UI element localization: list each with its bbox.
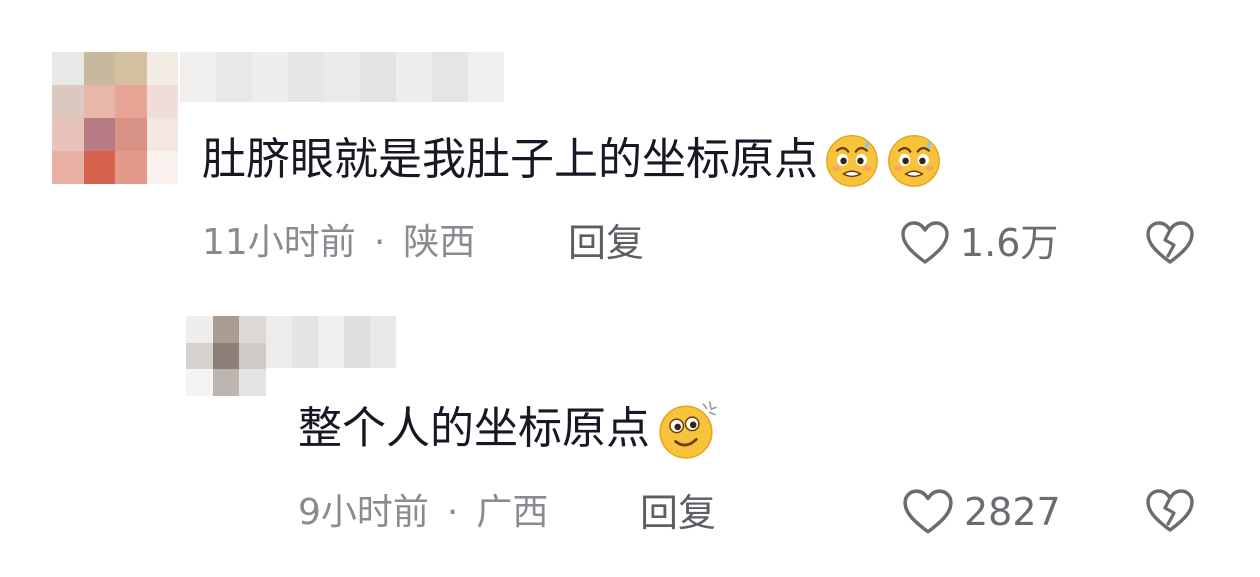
like-count: 1.6万 [960, 221, 1059, 265]
timestamp: 11小时前 [202, 222, 356, 263]
location: 广西 [476, 492, 549, 533]
comment-meta: 9小时前 · 广西 [298, 491, 548, 535]
broken-heart-icon[interactable] [1144, 220, 1196, 266]
pleading-sweat-emoji-icon [826, 135, 878, 187]
comment-meta: 11小时前 · 陕西 [202, 221, 475, 265]
comment-text: 整个人的坐标原点 [298, 398, 718, 460]
separator-dot: · [446, 492, 459, 533]
timestamp: 9小时前 [298, 492, 429, 533]
avatar[interactable] [186, 316, 266, 396]
comment-text-content: 整个人的坐标原点 [298, 403, 650, 454]
heart-icon [901, 221, 949, 264]
pleading-sweat-emoji-icon [888, 135, 940, 187]
heart-icon [903, 489, 953, 534]
location: 陕西 [403, 222, 476, 263]
like-count: 2827 [964, 490, 1061, 534]
comment-item: 肚脐眼就是我肚子上的坐标原点 11小时前 · 陕西 回复 1.6万 [0, 0, 1260, 290]
username-blurred[interactable] [180, 52, 504, 102]
comment-text: 肚脐眼就是我肚子上的坐标原点 [202, 132, 942, 188]
username-blurred[interactable] [266, 316, 396, 368]
broken-heart-icon[interactable] [1144, 488, 1196, 534]
like-button[interactable]: 2827 [902, 488, 1061, 536]
reply-button[interactable]: 回复 [640, 491, 716, 535]
like-button[interactable]: 1.6万 [900, 220, 1058, 266]
comment-text-content: 肚脐眼就是我肚子上的坐标原点 [202, 134, 818, 185]
sparkle-smile-emoji-icon [659, 401, 717, 459]
separator-dot: · [373, 222, 386, 263]
comment-item: 整个人的坐标原点 9小时前 · 广西 回复 2827 [0, 290, 1260, 577]
reply-button[interactable]: 回复 [568, 221, 644, 265]
avatar[interactable] [52, 52, 178, 184]
